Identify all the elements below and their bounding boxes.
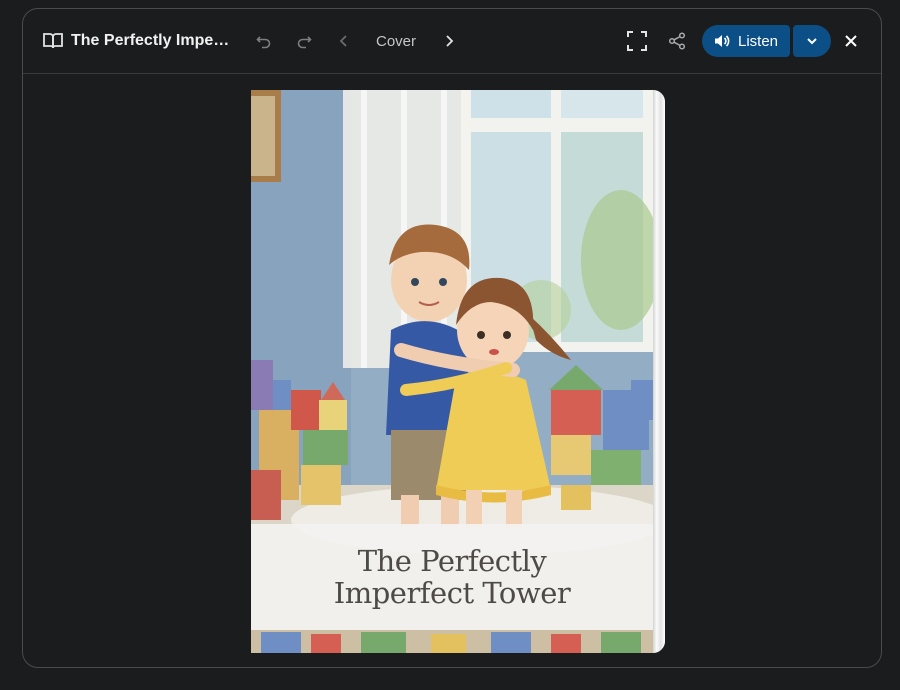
book-cover-preview[interactable]: The Perfectly Imperfect Tower	[251, 90, 665, 653]
undo-icon	[256, 36, 271, 49]
speaker-icon	[714, 35, 730, 47]
listen-options-dropdown[interactable]	[793, 25, 831, 57]
fullscreen-icon	[627, 31, 647, 51]
previous-page-button[interactable]	[328, 25, 360, 57]
share-button[interactable]	[661, 25, 693, 57]
page-indicator: Cover	[375, 32, 416, 50]
storybook-viewer: The Perfectly Imperfe... Cover Listen Th…	[22, 8, 882, 668]
redo-icon	[297, 36, 312, 49]
book-title: The Perfectly Imperfe...	[71, 32, 231, 49]
book-open-icon	[43, 31, 63, 51]
undo-button[interactable]	[248, 25, 280, 57]
fullscreen-button[interactable]	[621, 25, 653, 57]
close-button[interactable]	[835, 25, 867, 57]
close-icon	[845, 35, 857, 47]
next-page-button[interactable]	[433, 25, 465, 57]
chevron-right-icon	[446, 35, 454, 47]
chevron-down-icon	[807, 38, 817, 45]
cover-title-band: The Perfectly Imperfect Tower	[251, 524, 653, 630]
cover-illustration: The Perfectly Imperfect Tower	[251, 90, 653, 653]
chevron-left-icon	[339, 35, 347, 47]
listen-label: Listen	[737, 32, 779, 50]
cover-title: The Perfectly Imperfect Tower	[333, 544, 571, 610]
toolbar: The Perfectly Imperfe... Cover Listen	[23, 9, 881, 74]
listen-button[interactable]: Listen	[702, 25, 790, 57]
redo-button[interactable]	[288, 25, 320, 57]
book-page-edges	[651, 90, 665, 653]
share-icon	[668, 32, 686, 50]
